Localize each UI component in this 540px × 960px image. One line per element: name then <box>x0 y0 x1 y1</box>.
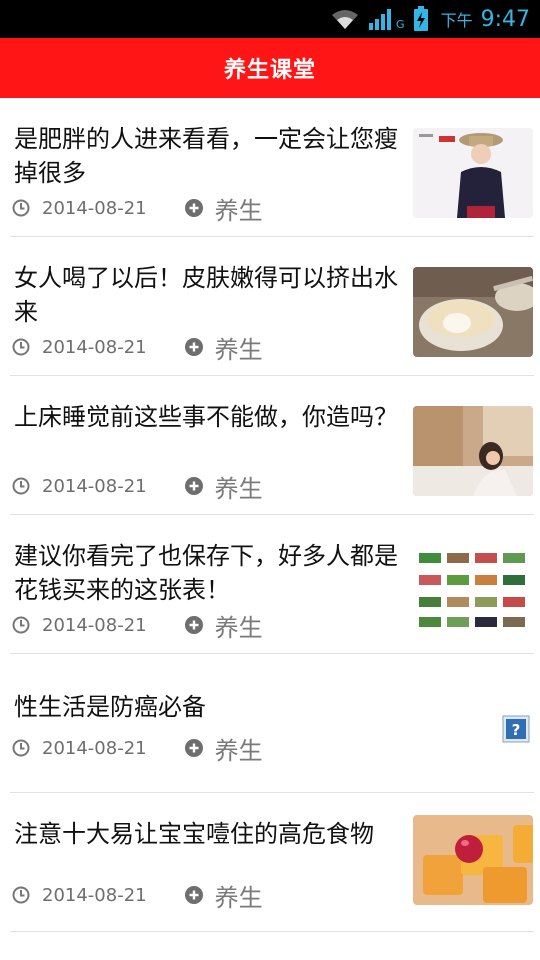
article-title: 注意十大易让宝宝噎住的高危食物 <box>14 820 374 848</box>
article-date: 2014-08-21 <box>42 197 147 219</box>
article-meta: 2014-08-21 养生 <box>12 194 263 225</box>
clock-icon <box>12 886 30 904</box>
article-title: 是肥胖的人进来看看，一定会让您瘦掉很多 <box>14 125 398 187</box>
article-tag: 养生 <box>214 613 263 642</box>
svg-text:?: ? <box>512 721 521 739</box>
plus-circle-icon <box>184 477 203 495</box>
article-title: 上床睡觉前这些事不能做，你造吗？ <box>14 403 398 431</box>
signal-icon <box>369 9 392 30</box>
article-tag: 养生 <box>214 474 263 503</box>
article-thumbnail <box>413 815 533 905</box>
article-date: 2014-08-21 <box>42 884 147 906</box>
article-thumbnail <box>413 128 533 218</box>
article-date: 2014-08-21 <box>42 336 147 358</box>
page-title: 养生课堂 <box>223 58 316 83</box>
clock-icon <box>12 199 30 217</box>
article-item[interactable]: 是肥胖的人进来看看，一定会让您瘦掉很多 2014-08-21 养生 <box>10 98 534 237</box>
missing-image-icon: ? <box>502 715 530 743</box>
article-tag: 养生 <box>214 736 263 765</box>
app-header: 养生课堂 <box>0 38 540 98</box>
article-title: 女人喝了以后！皮肤嫩得可以挤出水来 <box>14 264 398 326</box>
battery-charging-icon <box>413 6 428 31</box>
article-thumbnail <box>413 267 533 357</box>
article-title: 建议你看完了也保存下，好多人都是花钱买来的这张表！ <box>14 542 398 604</box>
article-item[interactable]: 注意十大易让宝宝噎住的高危食物 2014-08-21 养生 <box>10 793 534 932</box>
article-tag: 养生 <box>214 883 263 912</box>
article-meta: 2014-08-21 养生 <box>12 611 263 642</box>
article-meta: 2014-08-21 养生 <box>12 333 263 364</box>
plus-circle-icon <box>184 616 203 634</box>
wifi-icon <box>332 10 359 29</box>
article-list: 是肥胖的人进来看看，一定会让您瘦掉很多 2014-08-21 养生 女人喝了以后… <box>0 98 540 932</box>
article-meta: 2014-08-21 养生 <box>12 881 263 912</box>
status-bar: G 下午 9:47 <box>0 0 540 38</box>
article-thumbnail <box>413 406 533 496</box>
clock-icon <box>12 739 30 757</box>
article-meta: 2014-08-21 养生 <box>12 734 263 765</box>
status-icons: G 下午 9:47 <box>330 0 530 38</box>
article-item[interactable]: 女人喝了以后！皮肤嫩得可以挤出水来 2014-08-21 养生 <box>10 237 534 376</box>
article-tag: 养生 <box>214 335 263 364</box>
article-meta: 2014-08-21 养生 <box>12 472 263 503</box>
article-item[interactable]: 建议你看完了也保存下，好多人都是花钱买来的这张表！ 2014-08-21 养生 <box>10 515 534 654</box>
plus-circle-icon <box>184 739 203 757</box>
article-item[interactable]: 性生活是防癌必备 2014-08-21 养生 ? <box>10 654 534 793</box>
article-date: 2014-08-21 <box>42 475 147 497</box>
plus-circle-icon <box>184 886 203 904</box>
plus-circle-icon <box>184 199 203 217</box>
carrier-label: G <box>396 17 405 31</box>
plus-circle-icon <box>184 338 203 356</box>
article-title: 性生活是防癌必备 <box>14 693 206 721</box>
article-tag: 养生 <box>214 196 263 225</box>
clock-icon <box>12 616 30 634</box>
article-thumbnail <box>413 545 533 635</box>
clock-time: 9:47 <box>480 6 530 32</box>
time-period: 下午 <box>440 11 473 30</box>
clock-icon <box>12 338 30 356</box>
article-date: 2014-08-21 <box>42 614 147 636</box>
article-item[interactable]: 上床睡觉前这些事不能做，你造吗？ 2014-08-21 养生 <box>10 376 534 515</box>
clock-icon <box>12 477 30 495</box>
article-date: 2014-08-21 <box>42 737 147 759</box>
